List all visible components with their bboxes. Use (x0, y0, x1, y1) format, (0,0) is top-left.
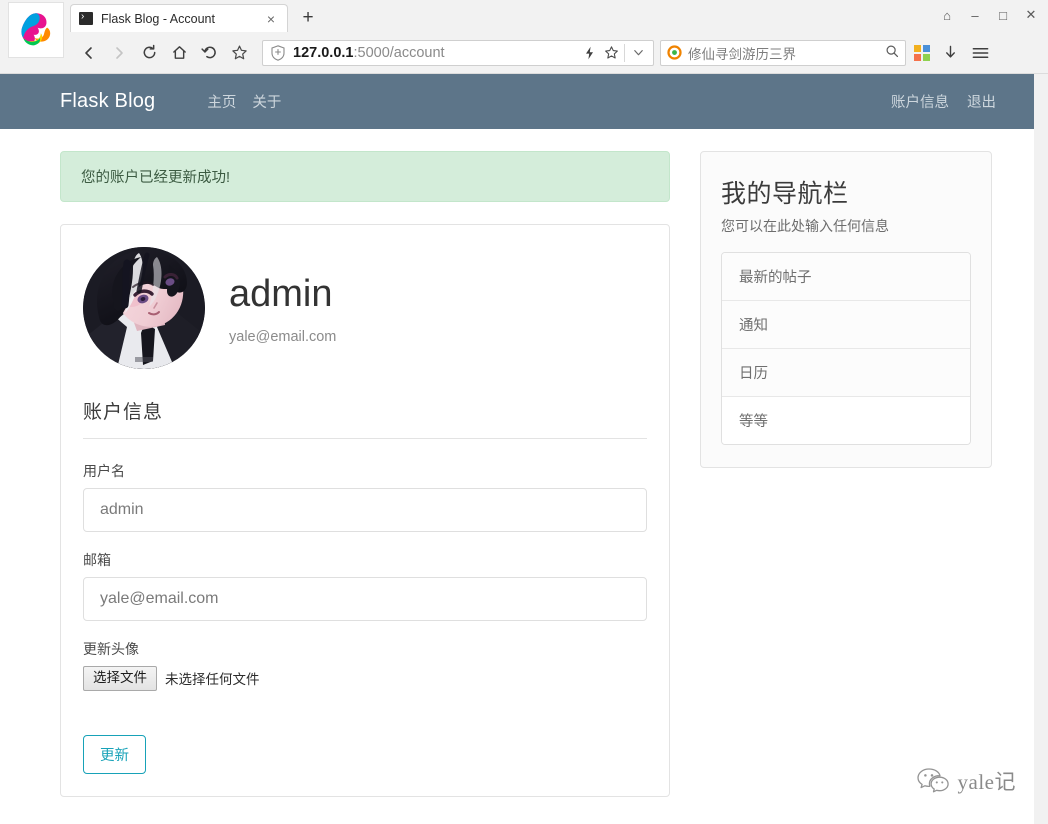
wechat-icon (916, 768, 949, 793)
choose-file-button[interactable]: 选择文件 (83, 666, 157, 691)
email-label: 邮箱 (83, 552, 111, 568)
field-avatar-upload: 更新头像 选择文件 未选择任何文件 (83, 639, 647, 691)
minimize-window-icon[interactable]: – (962, 4, 988, 26)
profile-username: admin (229, 273, 333, 316)
username-input[interactable] (83, 488, 647, 532)
account-form: 账户信息 用户名 邮箱 更新头像 选择文件 (83, 397, 647, 774)
restore-window-icon[interactable]: ⌂ (934, 4, 960, 26)
magnifier-icon (886, 45, 899, 58)
history-back-button[interactable] (194, 38, 224, 68)
site-navbar: Flask Blog 主页 关于 账户信息 退出 (0, 74, 1048, 129)
firefox-icon (21, 13, 51, 46)
list-item[interactable]: 最新的帖子 (722, 253, 970, 301)
forward-arrow-icon (116, 46, 123, 59)
avatar-image (83, 247, 205, 369)
profile-meta: admin yale@email.com (229, 271, 336, 345)
browser-window: Flask Blog - Account × + ⌂ – □ ✕ (0, 0, 1048, 824)
back-button[interactable] (74, 38, 104, 68)
chevron-down-icon[interactable] (627, 42, 649, 64)
reload-icon (143, 44, 155, 59)
bookmark-star-icon[interactable] (600, 42, 622, 64)
hamburger-menu-icon[interactable] (970, 43, 990, 63)
page-viewport: Flask Blog 主页 关于 账户信息 退出 您的账户已经更新成功! adm… (0, 74, 1048, 824)
watermark-text: yale记 (957, 770, 1016, 794)
download-glyph (945, 45, 955, 58)
avatar (83, 247, 205, 369)
search-input[interactable]: 修仙寻剑游历三界 (688, 43, 885, 63)
sidebar-title: 我的导航栏 (721, 180, 849, 208)
forward-button (104, 38, 134, 68)
search-engine-icon (667, 45, 682, 60)
search-icon[interactable] (885, 44, 899, 61)
nav-link-about[interactable]: 关于 (252, 91, 281, 112)
close-tab-icon[interactable]: × (263, 12, 279, 26)
shield-plus-icon (271, 44, 285, 61)
navbar-right-group: 账户信息 退出 (891, 91, 1048, 112)
url-host: 127.0.0.1 (293, 44, 354, 61)
navbar-left-group: Flask Blog 主页 关于 (60, 90, 281, 113)
field-username: 用户名 (83, 461, 647, 532)
home-button[interactable] (164, 38, 194, 68)
account-card: admin yale@email.com 账户信息 用户名 邮箱 (60, 224, 670, 797)
email-input[interactable] (83, 577, 647, 621)
lightning-bolt-icon (585, 46, 593, 59)
update-button[interactable]: 更新 (83, 734, 146, 774)
profile-header: admin yale@email.com (83, 247, 647, 369)
extension-icons (914, 43, 990, 63)
file-status-text: 未选择任何文件 (165, 672, 260, 688)
bookmark-button[interactable] (224, 38, 254, 68)
sidebar-column: 我的导航栏 您可以在此处输入任何信息 最新的帖子 通知 日历 等等 (700, 151, 992, 468)
list-item[interactable]: 日历 (722, 349, 970, 397)
maximize-window-icon[interactable]: □ (990, 4, 1016, 26)
browser-toolbar: 127.0.0.1:5000/account 修仙寻剑游历三界 (0, 32, 1048, 74)
search-bar[interactable]: 修仙寻剑游历三界 (660, 39, 906, 66)
home-icon (172, 46, 186, 59)
site-brand[interactable]: Flask Blog (60, 90, 155, 113)
field-email: 邮箱 (83, 550, 647, 621)
page-scrollbar[interactable] (1034, 74, 1048, 824)
list-item[interactable]: 等等 (722, 397, 970, 444)
close-window-icon[interactable]: ✕ (1018, 4, 1044, 26)
sidebar-subtitle: 您可以在此处输入任何信息 (721, 218, 889, 234)
sidebar-card: 我的导航栏 您可以在此处输入任何信息 最新的帖子 通知 日历 等等 (700, 151, 992, 468)
terminal-icon (79, 10, 93, 25)
download-arrow-icon[interactable] (940, 43, 960, 63)
new-tab-button[interactable]: + (294, 4, 322, 32)
toolbar-divider (624, 43, 625, 62)
nav-link-account[interactable]: 账户信息 (891, 91, 949, 112)
lightning-icon[interactable] (578, 42, 600, 64)
tab-title: Flask Blog - Account (101, 11, 215, 26)
url-display: 127.0.0.1:5000/account (293, 45, 578, 61)
watermark: yale记 (916, 766, 1016, 796)
nav-link-logout[interactable]: 退出 (967, 91, 996, 112)
sidebar-list: 最新的帖子 通知 日历 等等 (721, 252, 971, 445)
browser-tab[interactable]: Flask Blog - Account × (70, 4, 288, 32)
address-bar[interactable]: 127.0.0.1:5000/account (262, 39, 654, 66)
chevron-down-glyph (633, 50, 643, 56)
reload-button[interactable] (134, 38, 164, 68)
username-label: 用户名 (83, 463, 125, 479)
firefox-logo (8, 2, 64, 58)
menu-glyph (972, 47, 988, 58)
list-item[interactable]: 通知 (722, 301, 970, 349)
success-alert: 您的账户已经更新成功! (60, 151, 670, 202)
tab-strip: Flask Blog - Account × + (70, 0, 322, 32)
main-column: 您的账户已经更新成功! admin yale@email.com 账户信息 用户… (60, 151, 670, 797)
file-input-row: 选择文件 未选择任何文件 (83, 666, 647, 691)
apps-grid-icon[interactable] (914, 44, 930, 61)
content-area: 您的账户已经更新成功! admin yale@email.com 账户信息 用户… (0, 129, 1048, 797)
undo-arrow-icon (200, 46, 216, 59)
window-controls: ⌂ – □ ✕ (934, 4, 1044, 26)
nav-link-home[interactable]: 主页 (207, 91, 236, 112)
back-arrow-icon (85, 46, 92, 59)
titlebar: Flask Blog - Account × + ⌂ – □ ✕ (0, 0, 1048, 58)
star-outline-icon (604, 46, 618, 59)
form-legend: 账户信息 (83, 397, 647, 439)
url-path: :5000/account (353, 44, 445, 61)
star-icon (231, 45, 247, 60)
avatar-upload-label: 更新头像 (83, 641, 139, 657)
profile-email: yale@email.com (229, 328, 337, 345)
